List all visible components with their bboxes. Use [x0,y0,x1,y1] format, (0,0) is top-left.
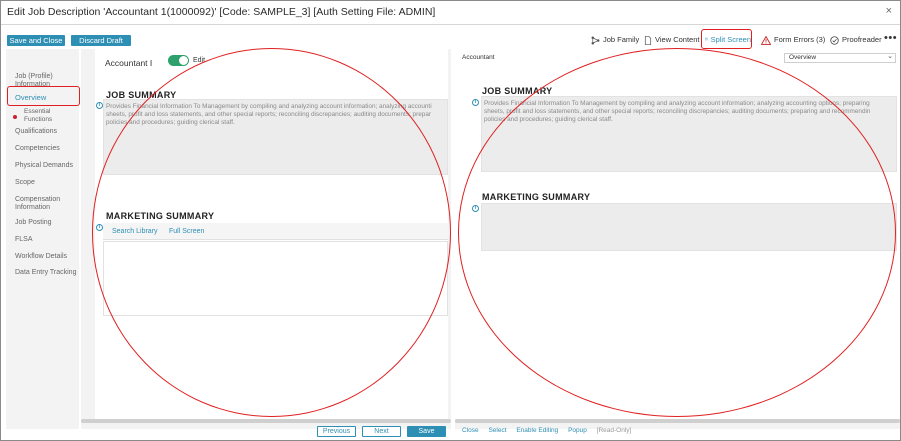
section-select-value: Overview [789,54,817,61]
previous-button[interactable]: Previous [317,426,356,437]
sidebar-item-compensation-information[interactable]: Compensation Information [15,196,77,212]
chevron-down-icon: ⌄ [887,53,893,60]
next-button[interactable]: Next [362,426,401,437]
split-screen-button[interactable]: Split Screen [701,29,752,49]
preview-pane: Accountant Overview ⌄ JOB SUMMARY i Prov… [455,49,900,429]
job-family-label: Job Family [603,35,640,44]
title-bar: Edit Job Description 'Accountant 1(10000… [1,1,900,25]
window-title: Edit Job Description 'Accountant 1(10000… [7,6,436,18]
save-and-close-button[interactable]: Save and Close [7,35,65,46]
job-summary-line: policies and procedures; guiding clerica… [106,119,235,126]
discard-draft-button[interactable]: Discard Draft [71,35,131,46]
marketing-summary-readonly [481,203,897,251]
marketing-summary-heading: MARKETING SUMMARY [482,192,591,202]
close-link[interactable]: Close [462,427,479,434]
edit-toggle[interactable] [168,55,189,66]
read-only-label: [Read-Only] [596,427,632,434]
sidebar-item-flsa[interactable]: FLSA [15,236,77,244]
sidebar-item-data-entry-tracking[interactable]: Data Entry Tracking [15,269,77,277]
section-select[interactable]: Overview ⌄ [784,53,896,63]
job-summary-line: sheets, profit and loss statements, and … [484,108,871,115]
document-icon [644,35,652,45]
error-indicator-dot [13,115,17,119]
job-summary-editor[interactable]: Provides Financial Information To Manage… [103,99,448,175]
proofreader-label: Proofreader [842,35,882,44]
sidebar-item-qualifications[interactable]: Qualifications [15,128,77,136]
search-library-link[interactable]: Search Library [112,228,158,235]
section-sidebar: Job (Profile) Information Overview Essen… [6,49,80,429]
job-summary-heading: JOB SUMMARY [482,86,553,96]
preview-pane-content: Accountant Overview ⌄ JOB SUMMARY i Prov… [455,49,900,419]
close-icon[interactable]: × [886,5,892,17]
sidebar-item-essential-functions[interactable]: Essential Functions [24,108,79,124]
preview-action-links: Close Select Enable Editing Popup [Read-… [462,427,639,434]
job-summary-line: sheets, profit and loss statements, and … [106,111,432,118]
more-options-icon[interactable]: ••• [884,31,897,45]
proofreader-button[interactable]: Proofreader [830,33,882,47]
sidebar-item-job-posting[interactable]: Job Posting [15,219,77,227]
info-icon[interactable]: i [472,205,479,212]
info-icon[interactable]: i [96,224,103,231]
job-summary-readonly: Provides Financial Information To Manage… [481,96,897,172]
check-circle-icon [830,35,839,45]
form-errors-label: Form Errors (3) [774,35,826,44]
enable-editing-link[interactable]: Enable Editing [516,427,558,434]
job-summary-line: policies and procedures; guiding clerica… [484,116,613,123]
popup-link[interactable]: Popup [568,427,587,434]
horizontal-scrollbar[interactable] [455,419,900,423]
edit-job-description-window: Edit Job Description 'Accountant 1(10000… [0,0,901,441]
sidebar-item-overview[interactable]: Overview [7,86,80,106]
toolbar: Save and Close Discard Draft Job Family … [1,26,900,50]
job-summary-line: Provides Financial Information To Manage… [484,100,870,107]
save-button[interactable]: Save [407,426,446,437]
sidebar-item-workflow-details[interactable]: Workflow Details [15,253,77,261]
toggle-knob [179,56,188,65]
editor-link-bar: Search Library Full Screen [103,223,448,240]
form-errors-button[interactable]: Form Errors (3) [761,33,825,47]
info-icon[interactable]: i [96,102,103,109]
edit-toggle-label: Edit [193,57,206,64]
job-title-label: Accountant I [105,58,153,68]
preview-job-label: Accountant [462,54,495,61]
view-content-button[interactable]: View Content [644,33,699,47]
full-screen-link[interactable]: Full Screen [169,228,204,235]
warning-icon [761,35,771,45]
job-summary-text: Provides Financial Information To Manage… [484,100,871,124]
info-icon[interactable]: i [472,99,479,106]
job-summary-text: Provides Financial Information To Manage… [106,103,432,127]
marketing-summary-heading: MARKETING SUMMARY [106,211,215,221]
marketing-summary-editor[interactable] [103,241,448,316]
edit-pane: Accountant I Edit JOB SUMMARY i Provides… [81,49,451,429]
split-screen-label: Split Screen [710,34,751,44]
job-summary-line: Provides Financial Information To Manage… [106,103,432,110]
view-content-label: View Content [655,35,700,44]
sidebar-item-scope[interactable]: Scope [15,179,77,187]
select-link[interactable]: Select [488,427,506,434]
sidebar-item-competencies[interactable]: Competencies [15,145,77,153]
job-family-button[interactable]: Job Family [591,33,639,47]
edit-pane-content: Accountant I Edit JOB SUMMARY i Provides… [95,49,448,419]
horizontal-scrollbar[interactable] [81,419,451,423]
hierarchy-icon [591,36,600,44]
split-screen-icon [705,37,708,41]
sidebar-item-label: Overview [15,93,47,102]
sidebar-item-physical-demands[interactable]: Physical Demands [15,162,77,170]
